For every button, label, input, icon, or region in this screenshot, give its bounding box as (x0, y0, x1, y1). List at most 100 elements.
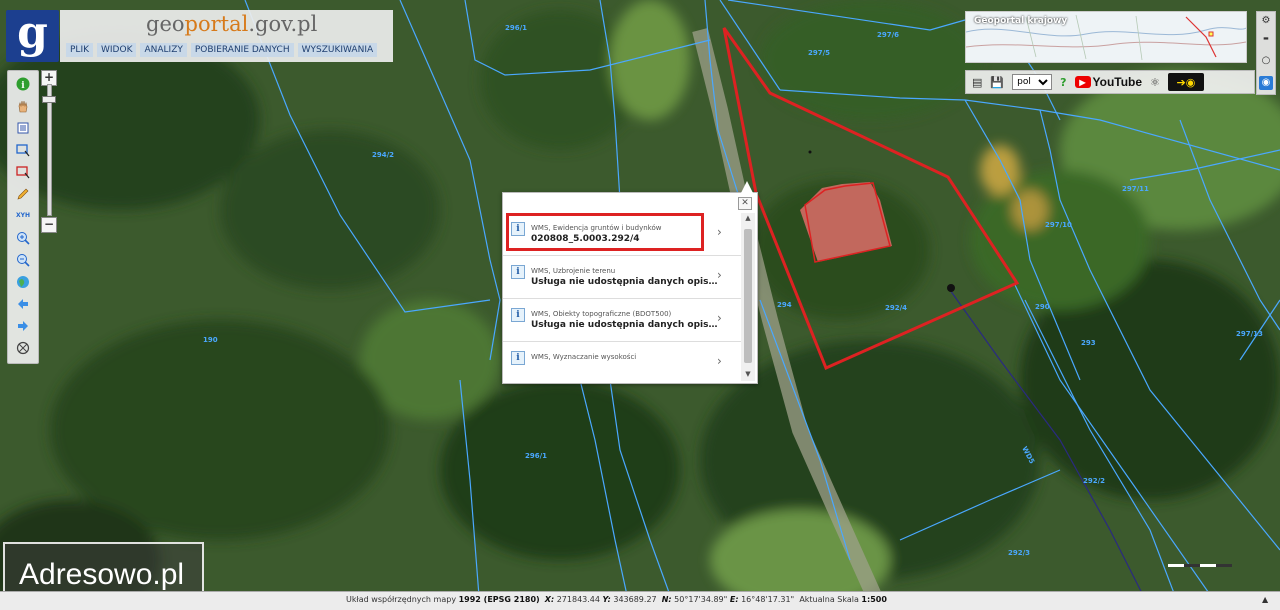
previous-view-arrow-icon[interactable] (15, 296, 31, 312)
watermark-text: Adresowo.pl (19, 558, 185, 591)
parcel-label: 293 (1081, 339, 1096, 347)
brand-pre: geo (146, 12, 185, 36)
parcel-label: 190 (203, 336, 218, 344)
scroll-thumb[interactable] (744, 229, 752, 363)
clear-selection-icon[interactable] (15, 164, 31, 180)
popup-item-wysokosci[interactable]: i WMS, Wyznaczanie wysokości › (503, 342, 741, 383)
status-bar: Układ współrzędnych mapy 1992 (EPSG 2180… (0, 591, 1280, 610)
parcel-label: 290 (1035, 303, 1050, 311)
highlight-box (506, 213, 704, 251)
parcel-label: 292/3 (1008, 549, 1030, 557)
chevron-right-icon: › (717, 268, 722, 282)
zoom-track[interactable] (47, 84, 52, 216)
parcel-label: 297/11 (1122, 185, 1149, 193)
chevron-right-icon: › (717, 311, 722, 325)
menu-wyszukiwania[interactable]: WYSZUKIWANIA (297, 43, 378, 57)
select-area-icon[interactable] (15, 142, 31, 158)
zoom-slider[interactable]: + − (40, 70, 57, 233)
pencil-icon[interactable] (15, 186, 31, 202)
settings-wheel-icon[interactable]: ⚛ (1150, 76, 1160, 89)
logo-letter: g (17, 7, 48, 58)
zoom-out-icon[interactable] (15, 252, 31, 268)
save-map-icon[interactable]: 💾 (990, 76, 1004, 89)
info-icon: i (511, 351, 525, 365)
right-toolbar: ▤ 💾 pol ? ▶ YouTube ⚛ ➔◉ (965, 70, 1255, 94)
info-icon[interactable]: i (15, 76, 31, 92)
popup-item-bdot500[interactable]: i WMS, Obiekty topograficzne (BDOT500) U… (503, 299, 741, 342)
parcel-label: 294 (777, 301, 792, 309)
side-buttons: ⚙ ▬ ○ ◉ (1256, 11, 1276, 95)
scroll-down-icon[interactable]: ▼ (741, 369, 755, 379)
popup-item-source: WMS, Wyznaczanie wysokości (531, 353, 637, 361)
main-menu: PLIK WIDOK ANALIZY POBIERANIE DANYCH WYS… (66, 43, 378, 57)
left-toolbar: i XYH (7, 70, 39, 364)
feature-info-popup: ✕ i WMS, Ewidencja gruntów i budynków 02… (502, 181, 758, 384)
info-icon: i (511, 308, 525, 322)
n-value: 50°17'34.89" (674, 595, 728, 604)
coord-system-label: Układ współrzędnych mapy (346, 595, 457, 604)
youtube-label: YouTube (1092, 75, 1143, 89)
chevron-right-icon: › (717, 354, 722, 368)
menu-widok[interactable]: WIDOK (97, 43, 137, 57)
overview-map[interactable]: Geoportal krajowy (965, 11, 1247, 63)
minimize-icon[interactable]: ○ (1259, 54, 1273, 68)
parcel-label: 296/1 (505, 24, 527, 32)
brand-title: geoportal.gov.pl (146, 12, 317, 36)
coordinate-readout: Układ współrzędnych mapy 1992 (EPSG 2180… (346, 595, 887, 604)
legend-icon[interactable] (15, 120, 31, 136)
e-label: E: (729, 595, 739, 604)
x-value: 271843.44 (556, 595, 600, 604)
brand-post: .gov.pl (248, 12, 318, 36)
pan-hand-icon[interactable] (15, 98, 31, 114)
parcel-label: 297/6 (877, 31, 899, 39)
parcel-label: 296/1 (525, 452, 547, 460)
zoom-in-icon[interactable] (15, 230, 31, 246)
collapse-bar-icon[interactable]: ▬ (1259, 32, 1273, 46)
scale-value: 1:500 (861, 595, 887, 604)
youtube-button[interactable]: ▶ YouTube (1074, 75, 1143, 89)
brand-mid: portal (184, 12, 249, 36)
scale-label: Aktualna Skala (799, 595, 859, 604)
tools-icon[interactable]: ⚙ (1259, 14, 1273, 28)
popup-scrollbar[interactable]: ▲ ▼ (741, 213, 755, 381)
next-view-arrow-icon[interactable] (15, 318, 31, 334)
help-icon[interactable]: ? (1060, 76, 1066, 89)
popup-item-uzbrojenie[interactable]: i WMS, Uzbrojenie terenu Usługa nie udos… (503, 256, 741, 299)
menu-analizy[interactable]: ANALIZY (140, 43, 187, 57)
popup-item-value: Usługa nie udostępnia danych opisowych (531, 320, 719, 330)
language-select[interactable]: pol (1012, 74, 1053, 90)
scroll-up-icon[interactable]: ▲ (741, 213, 755, 223)
full-extent-globe-icon[interactable] (15, 274, 31, 290)
accessibility-eye-icon[interactable]: ➔◉ (1167, 73, 1204, 91)
svg-text:i: i (21, 81, 25, 91)
zoom-minus-button[interactable]: − (41, 217, 57, 233)
menu-pobieranie-danych[interactable]: POBIERANIE DANYCH (190, 43, 294, 57)
parcel-label: 297/10 (1045, 221, 1072, 229)
view-eye-icon[interactable]: ◉ (1259, 76, 1273, 90)
parcel-label: 297/13 (1236, 330, 1263, 338)
parcel-label: 292/4 (885, 304, 907, 312)
y-label: Y: (602, 595, 611, 604)
popup-pointer (741, 181, 753, 193)
parcel-label: 294/2 (372, 151, 394, 159)
popup-item-value: Usługa nie udostępnia danych opisowych (531, 277, 719, 287)
zoom-thumb[interactable] (42, 96, 56, 103)
youtube-play-icon: ▶ (1074, 76, 1091, 88)
print-icon[interactable]: ▤ (972, 76, 982, 89)
status-toggle-icon[interactable]: ▲ (1262, 595, 1268, 604)
n-label: N: (661, 595, 672, 604)
x-label: X: (544, 595, 555, 604)
overview-title: Geoportal krajowy (974, 16, 1068, 26)
info-icon: i (511, 265, 525, 279)
menu-plik[interactable]: PLIK (66, 43, 93, 57)
xyh-coordinates-icon[interactable]: XYH (15, 208, 31, 224)
parcel-label: 297/5 (808, 49, 830, 57)
popup-item-source: WMS, Obiekty topograficzne (BDOT500) (531, 310, 672, 318)
close-icon[interactable]: ✕ (738, 197, 752, 210)
popup-item-source: WMS, Uzbrojenie terenu (531, 267, 616, 275)
compass-icon[interactable] (15, 340, 31, 356)
scale-bar (1168, 564, 1232, 567)
header-bar: geoportal.gov.pl PLIK WIDOK ANALIZY POBI… (60, 10, 393, 62)
geoportal-logo[interactable]: g (6, 10, 59, 62)
coord-system-value: 1992 (EPSG 2180) (458, 595, 540, 604)
